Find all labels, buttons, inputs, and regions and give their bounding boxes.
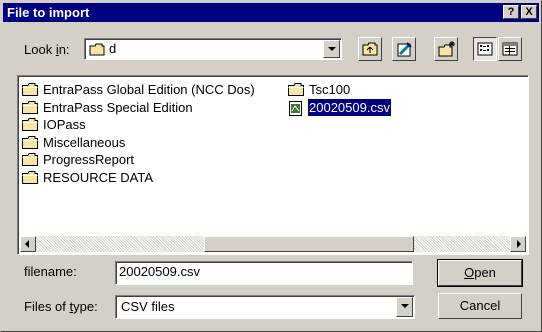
- item-label: ProgressReport: [43, 152, 135, 167]
- title-bar: File to import ? X: [3, 3, 539, 22]
- arrow-left-icon: [25, 240, 29, 248]
- item-label: IOPass: [43, 117, 86, 132]
- new-folder-icon: [438, 41, 455, 57]
- folder-icon: [22, 153, 38, 170]
- item-label: Tsc100: [309, 82, 351, 97]
- scroll-left-button[interactable]: [20, 236, 36, 252]
- look-in-dropdown-arrow[interactable]: [323, 40, 340, 58]
- folder-icon: [22, 153, 38, 166]
- folder-icon: [22, 170, 38, 188]
- folder-icon: [288, 83, 304, 100]
- file-type-label: Files of type:: [24, 299, 98, 314]
- file-type-dropdown[interactable]: CSV files: [115, 295, 415, 319]
- folder-icon: [22, 135, 38, 153]
- cancel-button[interactable]: Cancel: [438, 293, 522, 319]
- scrollbar-thumb[interactable]: [204, 236, 414, 252]
- up-folder-icon: [362, 42, 378, 56]
- item-label: RESOURCE DATA: [43, 169, 154, 185]
- csv-file-icon: [289, 100, 302, 116]
- folder-icon: [22, 118, 38, 135]
- chevron-down-icon: [328, 47, 336, 51]
- folder-icon: [22, 100, 38, 118]
- close-button[interactable]: X: [521, 5, 537, 19]
- scroll-right-button[interactable]: [510, 236, 526, 252]
- pencil-web-icon: [397, 42, 412, 57]
- file-import-dialog: File to import ? X Look in: d EntraPass …: [0, 0, 542, 332]
- window-title: File to import: [7, 5, 90, 20]
- item-label: Miscellaneous: [43, 134, 126, 150]
- details-view-button[interactable]: [498, 37, 522, 61]
- folder-icon: [288, 83, 304, 96]
- open-button[interactable]: Open: [437, 259, 523, 287]
- item-label: 20020509.csv: [307, 97, 392, 117]
- filename-input[interactable]: 20020509.csv: [115, 261, 413, 285]
- help-button[interactable]: ?: [503, 5, 519, 19]
- folder-icon: [22, 100, 38, 114]
- arrow-right-icon: [517, 240, 521, 248]
- folder-icon: [22, 83, 38, 96]
- item-label: EntraPass Special Edition: [43, 99, 193, 115]
- list-view-button[interactable]: [473, 37, 497, 61]
- csv-file-icon: [288, 100, 304, 120]
- search-web-button[interactable]: [392, 37, 416, 61]
- folder-icon: [22, 170, 38, 184]
- horizontal-scrollbar[interactable]: [20, 236, 526, 252]
- file-type-value: CSV files: [121, 299, 175, 314]
- folder-icon: [22, 83, 38, 100]
- look-in-dropdown[interactable]: d: [84, 38, 342, 60]
- list-view-icon: [477, 42, 493, 56]
- look-in-value: d: [109, 41, 117, 56]
- up-one-level-button[interactable]: [358, 37, 382, 61]
- chevron-down-icon: [401, 304, 409, 308]
- item-label: EntraPass Global Edition (NCC Dos): [43, 82, 255, 97]
- folder-icon: [89, 43, 105, 56]
- file-type-dropdown-arrow[interactable]: [396, 297, 413, 317]
- folder-icon: [22, 118, 38, 131]
- folder-icon: [22, 135, 38, 149]
- look-in-label: Look in:: [24, 42, 70, 57]
- details-view-icon: [502, 42, 518, 56]
- create-new-folder-button[interactable]: [434, 37, 458, 61]
- filename-label: filename:: [24, 264, 77, 279]
- file-list[interactable]: EntraPass Global Edition (NCC Dos) EntraP…: [17, 75, 529, 255]
